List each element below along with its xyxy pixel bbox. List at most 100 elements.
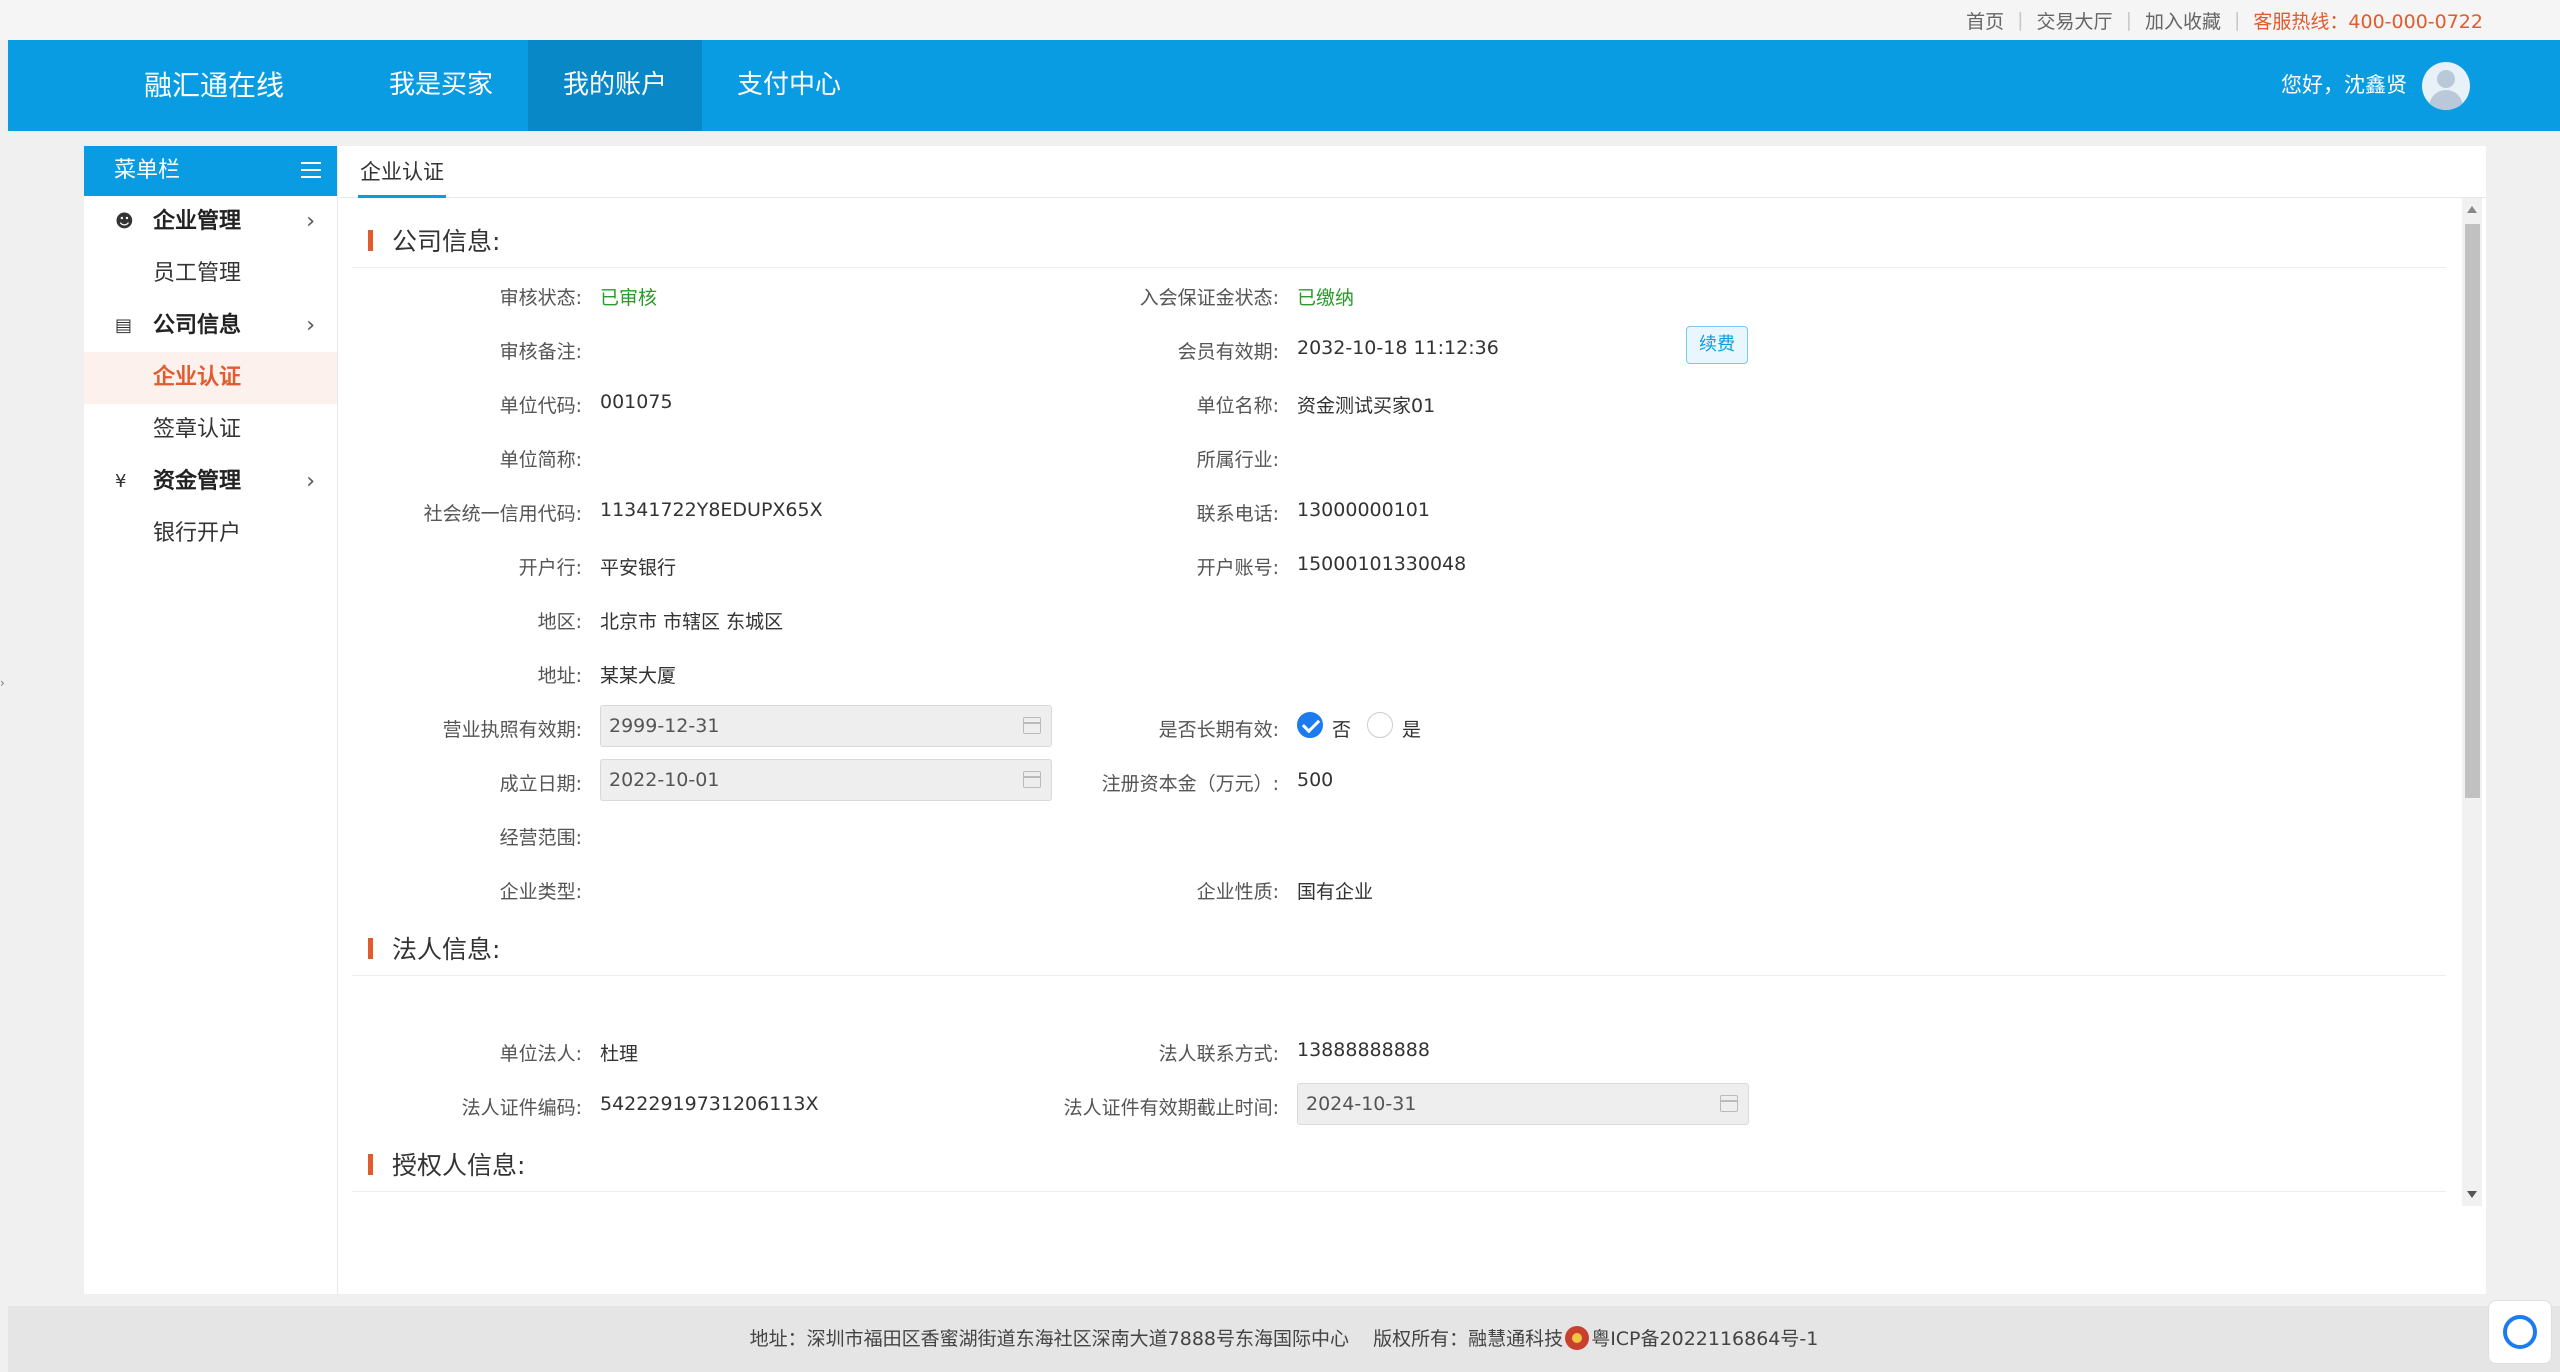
police-badge-icon [1565, 1325, 1590, 1350]
sidebar-group-company-info[interactable]: ▤ 公司信息 › [84, 300, 337, 352]
avatar[interactable] [2422, 62, 2470, 110]
credit-code-value: 11341722Y8EDUPX65X [600, 499, 823, 521]
form-row: 地址: 某某大厦 [352, 646, 2446, 700]
sidebar-group-funds[interactable]: ¥ 资金管理 › [84, 456, 337, 508]
field-label: 法人证件有效期截止时间: [1063, 1097, 1279, 1119]
nature-value: 国有企业 [1297, 881, 1374, 903]
field-label: 单位法人: [499, 1043, 582, 1065]
separator: | [2233, 9, 2241, 31]
sidebar-item-seal-cert[interactable]: 签章认证 [84, 404, 337, 456]
sidebar-group-label: 企业管理 [153, 209, 242, 234]
id-card-icon: ▤ [115, 315, 133, 336]
long-term-no-radio[interactable] [1297, 712, 1323, 738]
section-title: 法人信息: [392, 935, 501, 964]
vertical-scrollbar[interactable] [2462, 198, 2482, 1206]
form-row: 地区: 北京市 市辖区 东城区 [352, 592, 2446, 646]
nav-payment-center[interactable]: 支付中心 [702, 40, 876, 131]
content-scroll-area[interactable]: 公司信息: 审核状态: 已审核 入会保证金状态: 已缴纳 审核备注: 会员有效期… [352, 198, 2462, 1206]
tab-bar: 企业认证 [340, 146, 2486, 198]
user-icon [2437, 70, 2455, 88]
footer-address: 地址：深圳市福田区香蜜湖街道东海社区深南大道7888号东海国际中心 [749, 1328, 1349, 1350]
section-authorized-info: 授权人信息: [352, 1122, 2446, 1192]
footer-icp[interactable]: 粤ICP备2022116864号-1 [1591, 1328, 1818, 1350]
sidebar-item-staff[interactable]: 员工管理 [84, 248, 337, 300]
form-row: 成立日期: 2022-10-01 注册资本金（万元）: 500 [352, 754, 2446, 808]
footer: 地址：深圳市福田区香蜜湖街道东海社区深南大道7888号东海国际中心 版权所有：融… [8, 1306, 2560, 1372]
brand-logo[interactable]: 融汇通在线 [144, 40, 284, 131]
menu-toggle-icon[interactable] [301, 162, 321, 178]
member-valid-value: 2032-10-18 11:12:36 [1297, 337, 1499, 359]
chevron-right-icon: › [306, 209, 315, 234]
nav-buyer[interactable]: 我是买家 [354, 40, 528, 131]
calendar-icon [1720, 1095, 1738, 1112]
region-value: 北京市 市辖区 东城区 [600, 611, 784, 633]
sidebar-group-enterprise[interactable]: ☻ 企业管理 › [84, 196, 337, 248]
legal-contact-value: 13888888888 [1297, 1039, 1430, 1061]
field-label: 审核备注: [499, 341, 582, 363]
field-label: 企业性质: [1196, 881, 1279, 903]
section-marker [368, 938, 373, 959]
audit-status-value: 已审核 [600, 287, 658, 309]
bank-value: 平安银行 [600, 557, 677, 579]
unit-name-value: 资金测试买家01 [1297, 395, 1436, 417]
capital-value: 500 [1297, 769, 1334, 791]
field-label: 企业类型: [499, 881, 582, 903]
license-valid-value: 2999-12-31 [609, 715, 720, 737]
field-label: 会员有效期: [1177, 341, 1279, 363]
hotline-text: 客服热线：400-000-0722 [2253, 10, 2483, 33]
add-favorite-link[interactable]: 加入收藏 [2145, 7, 2221, 34]
renew-button[interactable]: 续费 [1686, 326, 1748, 364]
main-nav: 我是买家 我的账户 支付中心 [354, 40, 876, 131]
sidebar-group-label: 公司信息 [153, 313, 242, 338]
form-row: 开户行: 平安银行 开户账号: 15000101330048 [352, 538, 2446, 592]
form-row: 审核备注: 会员有效期: 2032-10-18 11:12:36 续费 [352, 322, 2446, 376]
section-legal-info: 法人信息: [352, 906, 2446, 976]
section-title: 公司信息: [392, 227, 501, 256]
form-row: 单位简称: 所属行业: [352, 430, 2446, 484]
help-widget-icon[interactable] [2488, 1300, 2552, 1364]
field-label: 开户行: [518, 557, 582, 579]
field-label: 开户账号: [1196, 557, 1279, 579]
legal-id-expire-input: 2024-10-31 [1297, 1083, 1749, 1125]
account-value: 15000101330048 [1297, 553, 1467, 575]
section-marker [368, 1154, 373, 1175]
separator: | [2125, 9, 2132, 31]
section-title: 授权人信息: [392, 1151, 526, 1180]
yuan-icon: ¥ [115, 471, 127, 492]
form-row: 社会统一信用代码: 11341722Y8EDUPX65X 联系电话: 13000… [352, 484, 2446, 538]
chevron-right-icon: › [306, 469, 315, 494]
calendar-icon [1023, 717, 1041, 734]
legal-id-value: 54222919731206113X [600, 1093, 819, 1115]
legal-id-expire-value: 2024-10-31 [1306, 1093, 1417, 1115]
field-label: 注册资本金（万元）: [1101, 773, 1279, 795]
field-label: 审核状态: [499, 287, 582, 309]
sidebar-item-enterprise-cert[interactable]: 企业认证 [84, 352, 337, 404]
tab-enterprise-cert[interactable]: 企业认证 [358, 146, 446, 198]
field-label: 单位简称: [499, 449, 582, 471]
field-label: 地址: [537, 665, 582, 687]
section-marker [368, 230, 373, 251]
scroll-up-arrow-icon[interactable] [2467, 206, 2477, 213]
calendar-icon [1023, 771, 1041, 788]
license-valid-input: 2999-12-31 [600, 705, 1052, 747]
user-greeting[interactable]: 您好，沈鑫贤 [2281, 40, 2407, 131]
trade-hall-link[interactable]: 交易大厅 [2037, 7, 2113, 34]
user-icon-body [2429, 90, 2463, 110]
form-row: 营业执照有效期: 2999-12-31 是否长期有效: 否 是 [352, 700, 2446, 754]
long-term-yes-radio[interactable] [1367, 712, 1393, 738]
field-label: 法人证件编码: [461, 1097, 582, 1119]
sidebar-item-bank-account[interactable]: 银行开户 [84, 508, 337, 560]
sidebar: 菜单栏 ☻ 企业管理 › 员工管理 ▤ 公司信息 › 企业认证 签章认证 ¥ 资… [84, 146, 338, 1294]
field-label: 法人联系方式: [1158, 1043, 1279, 1065]
scroll-down-arrow-icon[interactable] [2467, 1191, 2477, 1198]
radio-label: 是 [1402, 719, 1422, 741]
home-link[interactable]: 首页 [1966, 7, 2004, 34]
field-label: 成立日期: [499, 773, 582, 795]
field-label: 是否长期有效: [1158, 719, 1279, 741]
field-label: 联系电话: [1196, 503, 1279, 525]
field-label: 单位代码: [499, 395, 582, 417]
scrollbar-thumb[interactable] [2465, 224, 2480, 798]
field-label: 社会统一信用代码: [423, 503, 582, 525]
nav-my-account[interactable]: 我的账户 [528, 40, 703, 131]
top-links-bar: 首页 | 交易大厅 | 加入收藏 | 客服热线：400-000-0722 [0, 0, 2560, 40]
